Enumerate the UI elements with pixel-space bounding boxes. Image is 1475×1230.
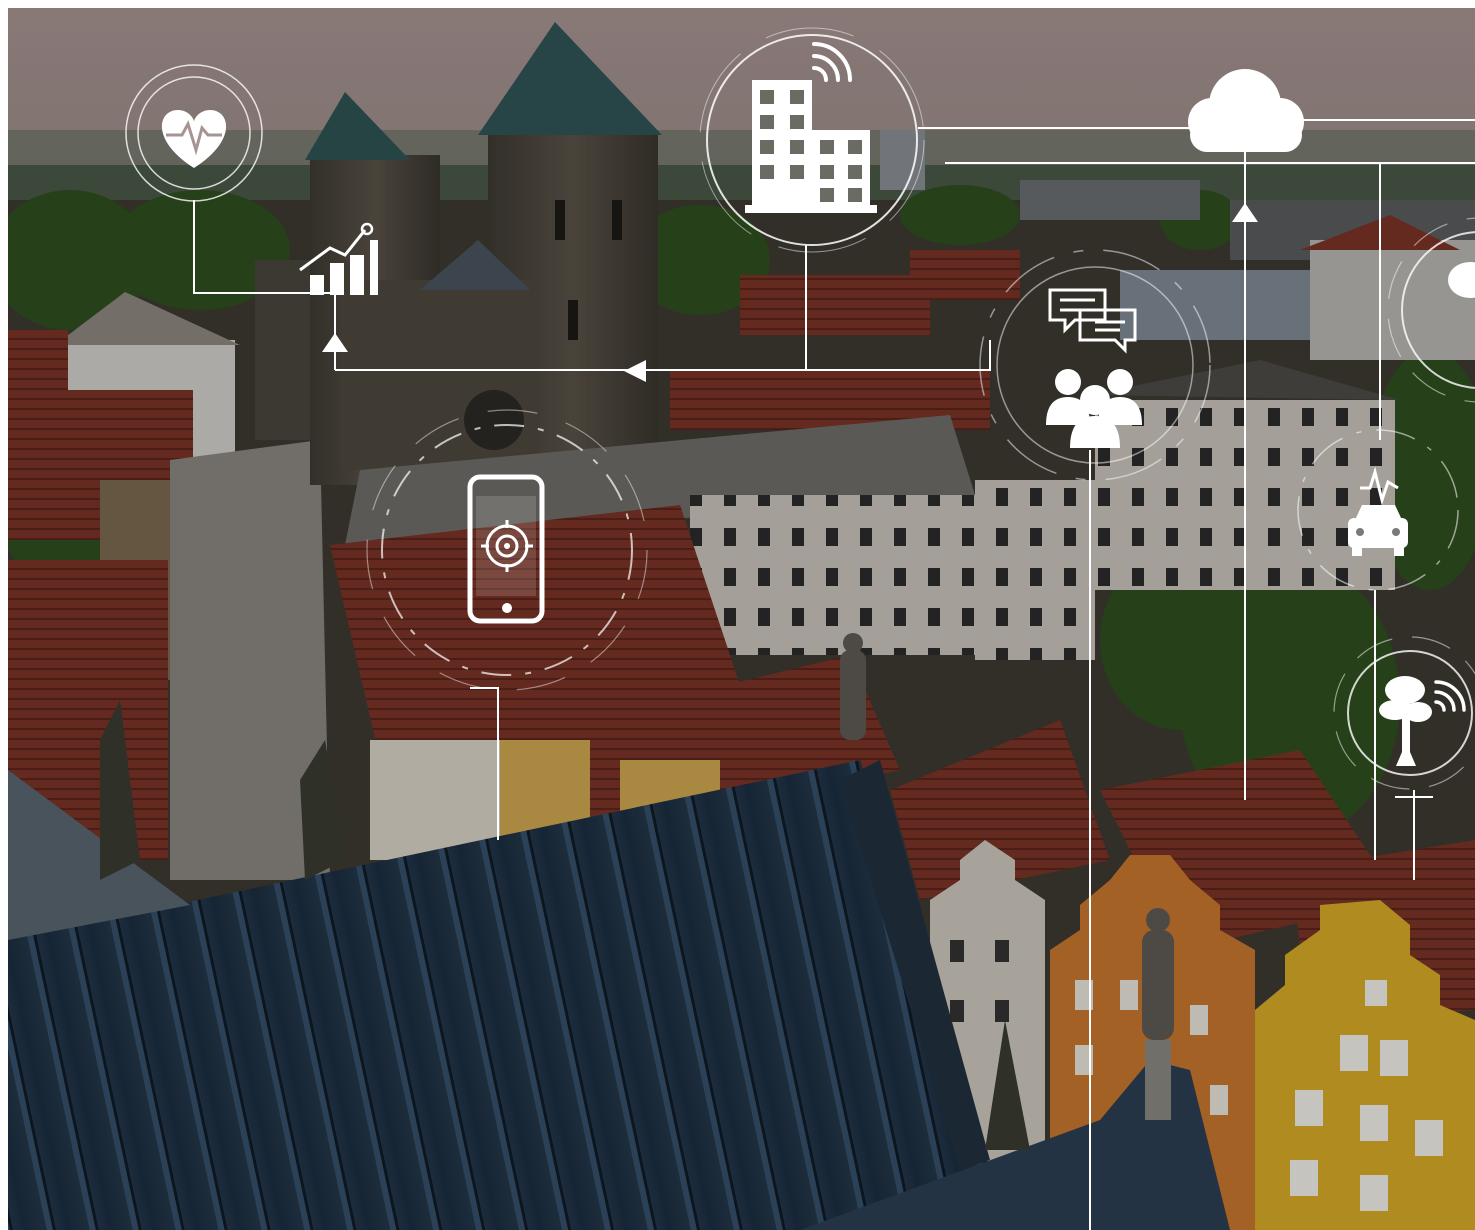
- smart-city-illustration: [0, 0, 1475, 1230]
